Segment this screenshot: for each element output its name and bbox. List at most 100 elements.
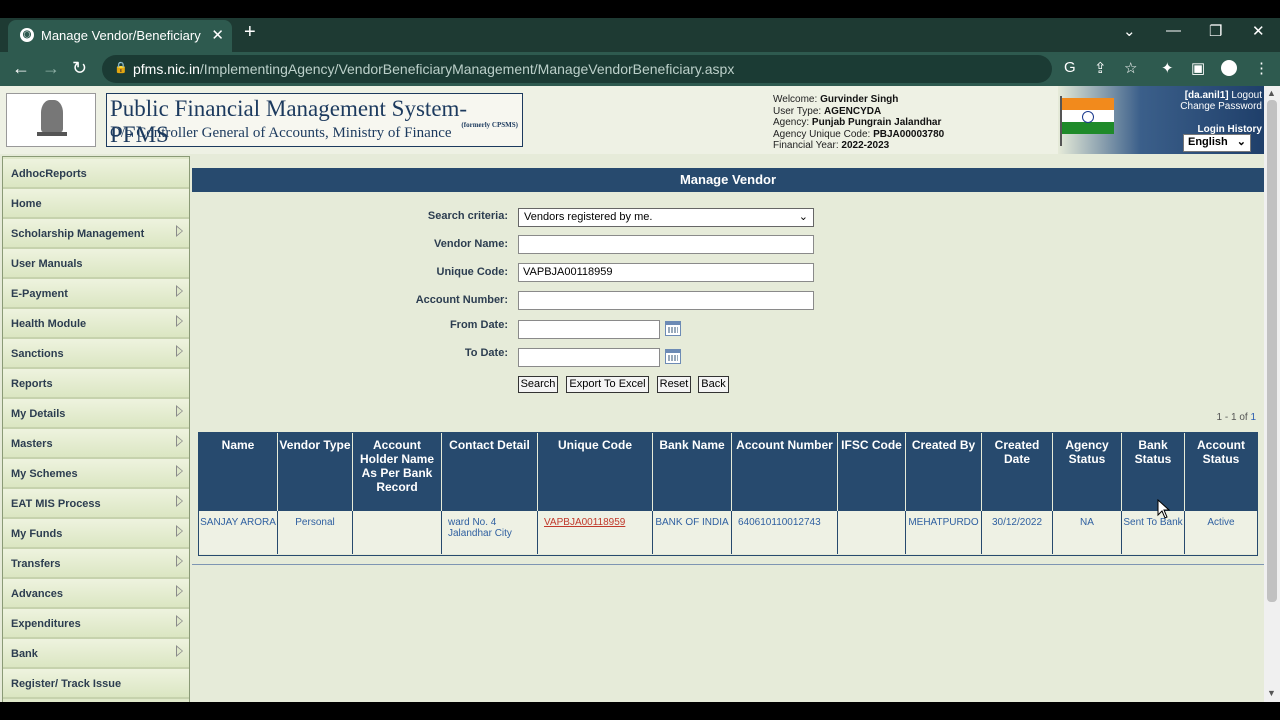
close-window-button[interactable]: ✕ xyxy=(1252,22,1265,40)
emblem-base xyxy=(37,132,67,136)
cell-name: SANJAY ARORA xyxy=(199,511,278,554)
expand-arrow-icon xyxy=(176,405,183,417)
sidebar-item-scholarship[interactable]: Scholarship Management xyxy=(3,219,189,249)
sidebar-item-e-payment[interactable]: E-Payment xyxy=(3,279,189,309)
profile-avatar[interactable] xyxy=(1221,60,1237,76)
browser-tab[interactable]: ◉ Manage Vendor/Beneficiary ✕ xyxy=(8,20,232,52)
sidebar-item-home[interactable]: Home xyxy=(3,189,189,219)
search-criteria-select[interactable]: Vendors registered by me. ⌄ xyxy=(518,208,814,227)
info-agency: Agency: Punjab Pungrain Jalandhar xyxy=(773,117,942,128)
sidebar-item-my-details[interactable]: My Details xyxy=(3,399,189,429)
page-viewport: Public Financial Management System-PFMS … xyxy=(0,86,1264,702)
back-button[interactable]: Back xyxy=(698,376,729,393)
lock-icon[interactable]: 🔒 xyxy=(114,61,128,74)
change-password-link[interactable]: Change Password xyxy=(1180,101,1262,112)
sidebar-item-my-schemes[interactable]: My Schemes xyxy=(3,459,189,489)
col-header-agency-status: Agency Status xyxy=(1053,433,1122,511)
info-financial-year: Financial Year: 2022-2023 xyxy=(773,140,890,151)
sidebar-item-register-track-issue[interactable]: Register/ Track Issue xyxy=(3,669,189,699)
page-scrollbar[interactable]: ▲ ▼ xyxy=(1264,86,1280,702)
expand-arrow-icon xyxy=(176,525,183,537)
account-links: [da.anil1] Logout Change Password xyxy=(1180,90,1262,112)
cell-ifsc-code xyxy=(838,511,906,554)
url-text: pfms.nic.in/ImplementingAgency/VendorBen… xyxy=(133,61,735,77)
sidebar-item-sanctions[interactable]: Sanctions xyxy=(3,339,189,369)
address-bar[interactable]: 🔒 pfms.nic.in/ImplementingAgency/VendorB… xyxy=(102,55,1052,83)
search-criteria-label: Search criteria: xyxy=(427,210,508,222)
cell-created-by: MEHATPURDO xyxy=(906,511,982,554)
col-header-contact-detail: Contact Detail xyxy=(442,433,538,511)
sidebar-item-user-manuals[interactable]: User Manuals xyxy=(3,249,189,279)
logout-link[interactable]: Logout xyxy=(1231,90,1262,101)
account-number-input[interactable] xyxy=(518,291,814,310)
calendar-icon[interactable] xyxy=(665,349,681,364)
sidebar-item-bank[interactable]: Bank xyxy=(3,639,189,669)
sidebar-item-advances[interactable]: Advances xyxy=(3,579,189,609)
back-icon[interactable]: ← xyxy=(12,58,30,79)
tab-search-icon[interactable]: ⌄ xyxy=(1123,22,1136,40)
formerly-note: (formerly CPSMS) xyxy=(461,121,518,129)
sidebar-item-my-funds[interactable]: My Funds xyxy=(3,519,189,549)
scrollbar-thumb[interactable] xyxy=(1267,100,1277,602)
tab-close-icon[interactable]: ✕ xyxy=(211,26,224,44)
reset-button[interactable]: Reset xyxy=(657,376,691,393)
calendar-icon[interactable] xyxy=(665,321,681,336)
unique-code-label: Unique Code: xyxy=(436,266,509,278)
pfms-title-banner: Public Financial Management System-PFMS … xyxy=(106,93,523,147)
header-flag-panel: [da.anil1] Logout Change Password Login … xyxy=(1058,86,1264,154)
col-header-bank-name: Bank Name xyxy=(653,433,732,511)
google-icon[interactable]: G xyxy=(1064,59,1076,76)
cell-agency-status: NA xyxy=(1053,511,1122,554)
search-button[interactable]: Search xyxy=(518,376,558,393)
minimize-button[interactable]: — xyxy=(1166,22,1181,39)
share-icon[interactable]: ⇪ xyxy=(1094,59,1107,77)
from-date-input[interactable] xyxy=(518,320,660,339)
language-value: English xyxy=(1188,136,1228,148)
vendor-name-input[interactable] xyxy=(518,235,814,254)
to-date-input[interactable] xyxy=(518,348,660,367)
col-header-account-status: Account Status xyxy=(1185,433,1257,511)
browser-toolbar: ← → ↻ 🔒 pfms.nic.in/ImplementingAgency/V… xyxy=(0,52,1280,86)
unique-code-link[interactable]: VAPBJA00118959 xyxy=(544,517,625,528)
info-welcome: Welcome: Gurvinder Singh xyxy=(773,94,899,105)
extensions-icon[interactable]: ✦ xyxy=(1161,59,1174,77)
sidebar-item-eat-mis[interactable]: EAT MIS Process xyxy=(3,489,189,519)
side-panel-icon[interactable]: ▣ xyxy=(1191,59,1205,77)
restore-button[interactable]: ❐ xyxy=(1209,22,1222,40)
col-header-name: Name xyxy=(199,433,278,511)
expand-arrow-icon xyxy=(176,225,183,237)
cell-unique-code: VAPBJA00118959 xyxy=(538,511,653,554)
info-user-type: User Type: AGENCYDA xyxy=(773,105,882,117)
sidebar-item-masters[interactable]: Masters xyxy=(3,429,189,459)
username-link[interactable]: [da.anil1] xyxy=(1185,90,1229,101)
scroll-up-arrow-icon[interactable]: ▲ xyxy=(1267,88,1276,98)
vendor-name-label: Vendor Name: xyxy=(434,238,508,250)
sidebar-item-expenditures[interactable]: Expenditures xyxy=(3,609,189,639)
page-total-link[interactable]: 1 xyxy=(1250,412,1256,423)
globe-icon: ◉ xyxy=(20,28,34,42)
cell-contact-detail: ward No. 4 Jalandhar City xyxy=(442,511,538,554)
cell-bank-status: Sent To Bank xyxy=(1122,511,1185,554)
bookmark-star-icon[interactable]: ☆ xyxy=(1124,59,1137,77)
reload-icon[interactable]: ↻ xyxy=(72,58,87,79)
col-header-created-by: Created By xyxy=(906,433,982,511)
cell-created-date: 30/12/2022 xyxy=(982,511,1053,554)
col-header-created-date: Created Date xyxy=(982,433,1053,511)
forward-icon[interactable]: → xyxy=(42,58,60,79)
sidebar-item-reports[interactable]: Reports xyxy=(3,369,189,399)
export-to-excel-button[interactable]: Export To Excel xyxy=(566,376,649,393)
sidebar-item-health-module[interactable]: Health Module xyxy=(3,309,189,339)
col-header-unique-code: Unique Code xyxy=(538,433,653,511)
expand-arrow-icon xyxy=(176,315,183,327)
scroll-down-arrow-icon[interactable]: ▼ xyxy=(1267,688,1276,698)
new-tab-button[interactable]: + xyxy=(244,21,256,44)
sidebar-item-transfers[interactable]: Transfers xyxy=(3,549,189,579)
expand-arrow-icon xyxy=(176,615,183,627)
tab-title: Manage Vendor/Beneficiary xyxy=(41,28,201,43)
sidebar-item-adhocreports[interactable]: AdhocReports xyxy=(3,159,189,189)
browser-menu-icon[interactable]: ⋮ xyxy=(1254,59,1269,77)
unique-code-input[interactable]: VAPBJA00118959 xyxy=(518,263,814,282)
language-select[interactable]: English ⌄ xyxy=(1183,134,1251,152)
expand-arrow-icon xyxy=(176,345,183,357)
emblem-shape xyxy=(41,100,63,132)
